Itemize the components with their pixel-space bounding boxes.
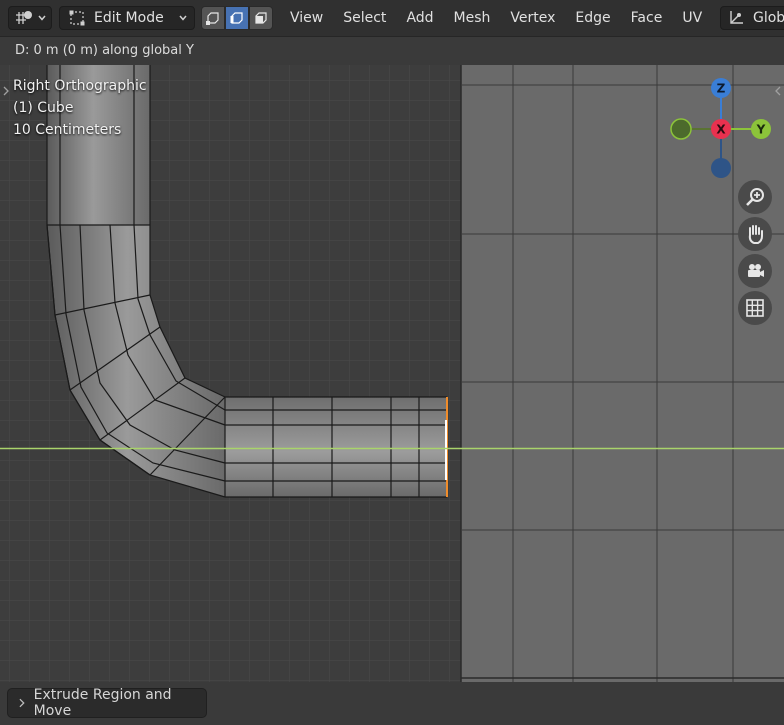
- viewport-info-overlay: Right Orthographic (1) Cube 10 Centimete…: [13, 75, 147, 141]
- toolbar-expand-arrow[interactable]: [2, 85, 12, 99]
- vertex-select-icon: [206, 12, 219, 25]
- operator-status-text: D: 0 m (0 m) along global Y: [0, 37, 784, 65]
- menu-mesh[interactable]: Mesh: [444, 0, 501, 36]
- menu-view[interactable]: View: [280, 0, 333, 36]
- mode-select-dropdown[interactable]: Edit Mode: [59, 6, 195, 30]
- view-name: Right Orthographic: [13, 78, 147, 94]
- last-operator-panel[interactable]: Extrude Region and Move: [7, 687, 207, 719]
- chevron-down-icon: [179, 15, 187, 21]
- mode-label: Edit Mode: [94, 10, 164, 26]
- chevron-down-icon: [38, 15, 46, 21]
- transform-orientation-dropdown[interactable]: Glob: [720, 6, 784, 30]
- vertex-select-button[interactable]: [201, 6, 225, 30]
- edge-select-button[interactable]: [225, 6, 249, 30]
- menu-select[interactable]: Select: [333, 0, 396, 36]
- ortho-toggle-button[interactable]: [738, 291, 772, 325]
- pan-button[interactable]: [738, 217, 772, 251]
- header-menu: View Select Add Mesh Vertex Edge Face UV: [280, 0, 712, 36]
- menu-uv[interactable]: UV: [672, 0, 712, 36]
- camera-icon: [748, 264, 764, 277]
- edit-mode-icon: [69, 10, 85, 26]
- gizmo-y-label: Y: [756, 123, 766, 137]
- orientation-label: Glob: [753, 10, 784, 26]
- 3d-viewport[interactable]: Right Orthographic (1) Cube 10 Centimete…: [0, 65, 784, 682]
- active-object-name: (1) Cube: [13, 100, 74, 116]
- viewport-icon: [16, 11, 32, 24]
- menu-add[interactable]: Add: [396, 0, 443, 36]
- grid-scale: 10 Centimeters: [13, 122, 122, 138]
- select-mode-group: [201, 6, 273, 30]
- orientation-axes-icon: [730, 11, 743, 24]
- editor-type-button[interactable]: [8, 6, 52, 30]
- viewport-header: Edit Mode View Select Add Mesh Vertex Ed…: [0, 0, 784, 37]
- navigation-gizmo[interactable]: Z Y X: [664, 73, 782, 193]
- gizmo-neg-z-handle[interactable]: [711, 158, 731, 178]
- grid-ortho-icon: [746, 299, 764, 317]
- menu-vertex[interactable]: Vertex: [500, 0, 565, 36]
- camera-view-button[interactable]: [738, 254, 772, 288]
- chevron-right-icon: [3, 86, 9, 96]
- face-select-icon: [255, 12, 267, 24]
- gizmo-x-label: X: [716, 123, 726, 137]
- menu-edge[interactable]: Edge: [565, 0, 620, 36]
- gizmo-z-label: Z: [717, 82, 726, 96]
- edge-select-icon: [230, 12, 243, 24]
- gizmo-neg-y-handle[interactable]: [670, 118, 692, 140]
- chevron-right-icon: [19, 698, 25, 708]
- hand-pan-icon: [748, 225, 763, 244]
- last-operator-label: Extrude Region and Move: [33, 687, 172, 719]
- menu-face[interactable]: Face: [621, 0, 673, 36]
- zoom-icon: [746, 188, 764, 206]
- face-select-button[interactable]: [249, 6, 273, 30]
- zoom-button[interactable]: [738, 180, 772, 214]
